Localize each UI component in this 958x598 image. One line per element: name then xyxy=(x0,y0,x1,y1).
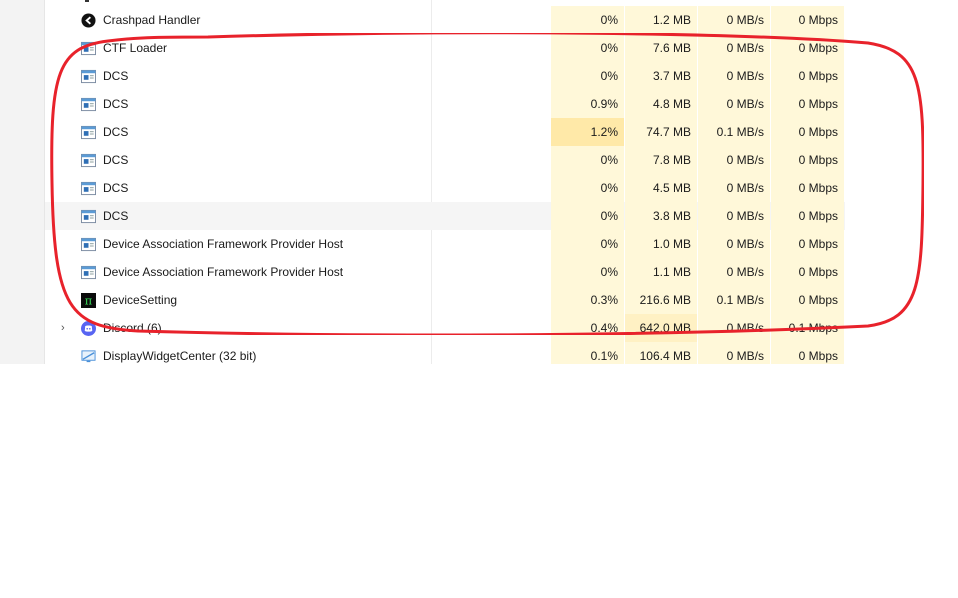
memory-value: 1.0 MB xyxy=(625,230,697,258)
process-row[interactable]: DisplayWidgetCenter (32 bit) 0.1% 106.4 MB… xyxy=(45,342,845,364)
network-value: 0 Mbps xyxy=(771,34,844,62)
disk-value: 0 MB/s xyxy=(698,6,770,34)
process-row[interactable]: Device Association Framework Provider Ho… xyxy=(45,258,845,286)
window-app-icon xyxy=(81,125,96,140)
process-row[interactable]: Crashpad Handler 0% 1.2 MB 0 MB/s 0 Mbps xyxy=(45,6,845,34)
cpu-value: 0.1% xyxy=(551,342,624,364)
disk-value: 0 MB/s xyxy=(698,146,770,174)
process-name: DeviceSetting xyxy=(103,293,178,307)
network-value: 0 Mbps xyxy=(771,258,844,286)
disk-value: 0 MB/s xyxy=(698,202,770,230)
expand-chevron-icon[interactable]: › xyxy=(61,322,71,334)
process-name: DCS xyxy=(103,69,129,83)
memory-value: 3.7 MB xyxy=(625,62,697,90)
process-name: Device Association Framework Provider Ho… xyxy=(103,237,344,251)
disk-value: 0 MB/s xyxy=(698,258,770,286)
window-app-icon xyxy=(81,181,96,196)
process-row[interactable]: DCS 0% 3.7 MB 0 MB/s 0 Mbps xyxy=(45,62,845,90)
process-name: DCS xyxy=(103,125,129,139)
cpu-value: 0% xyxy=(551,174,624,202)
discord-icon xyxy=(81,321,96,336)
window-app-icon xyxy=(81,153,96,168)
cpu-value: 0% xyxy=(551,62,624,90)
window-app-icon xyxy=(81,41,96,56)
process-row[interactable]: DCS 0% 4.5 MB 0 MB/s 0 Mbps xyxy=(45,174,845,202)
network-value: 0 Mbps xyxy=(771,174,844,202)
process-row[interactable]: DCS 0% 7.8 MB 0 MB/s 0 Mbps xyxy=(45,146,845,174)
disk-value: 0 MB/s xyxy=(698,62,770,90)
network-value: 0 Mbps xyxy=(771,202,844,230)
window-app-icon xyxy=(81,97,96,112)
cpu-value: 0.9% xyxy=(551,90,624,118)
pi-icon: π xyxy=(81,293,96,308)
cpu-value: 0.3% xyxy=(551,286,624,314)
disk-value: 0.1 MB/s xyxy=(698,118,770,146)
network-value: 0.1 Mbps xyxy=(771,314,844,342)
row-above-fragment xyxy=(85,0,89,2)
network-value: 0 Mbps xyxy=(771,286,844,314)
window-app-icon xyxy=(81,237,96,252)
process-name: CTF Loader xyxy=(103,41,168,55)
memory-value: 7.8 MB xyxy=(625,146,697,174)
process-name: Discord (6) xyxy=(103,321,162,335)
svg-text:π: π xyxy=(85,295,92,308)
disk-value: 0 MB/s xyxy=(698,342,770,364)
process-name: DCS xyxy=(103,97,129,111)
process-name: Device Association Framework Provider Ho… xyxy=(103,265,344,279)
process-name: Crashpad Handler xyxy=(103,13,201,27)
memory-value: 642.0 MB xyxy=(625,314,697,342)
network-value: 0 Mbps xyxy=(771,118,844,146)
memory-value: 4.5 MB xyxy=(625,174,697,202)
disk-value: 0 MB/s xyxy=(698,314,770,342)
disk-value: 0 MB/s xyxy=(698,174,770,202)
process-row[interactable]: π DeviceSetting 0.3% 216.6 MB 0.1 MB/s 0 Mbps xyxy=(45,286,845,314)
process-row[interactable]: › Discord (6) 0.4% 642.0 MB 0 MB/s 0.1 Mbps xyxy=(45,314,845,342)
crashpad-icon xyxy=(81,13,96,28)
cpu-value: 0% xyxy=(551,202,624,230)
memory-value: 7.6 MB xyxy=(625,34,697,62)
disk-value: 0 MB/s xyxy=(698,230,770,258)
cpu-value: 0% xyxy=(551,258,624,286)
memory-value: 106.4 MB xyxy=(625,342,697,364)
window-app-icon xyxy=(81,209,96,224)
process-row[interactable]: DCS 0.9% 4.8 MB 0 MB/s 0 Mbps xyxy=(45,90,845,118)
process-row[interactable]: CTF Loader 0% 7.6 MB 0 MB/s 0 Mbps xyxy=(45,34,845,62)
process-row[interactable]: Device Association Framework Provider Ho… xyxy=(45,230,845,258)
process-name: DCS xyxy=(103,153,129,167)
network-value: 0 Mbps xyxy=(771,62,844,90)
display-widget-icon xyxy=(81,349,96,364)
disk-value: 0 MB/s xyxy=(698,90,770,118)
network-value: 0 Mbps xyxy=(771,6,844,34)
window-app-icon xyxy=(81,265,96,280)
process-name: DCS xyxy=(103,209,129,223)
memory-value: 4.8 MB xyxy=(625,90,697,118)
process-row[interactable]: DCS 1.2% 74.7 MB 0.1 MB/s 0 Mbps xyxy=(45,118,845,146)
memory-value: 1.1 MB xyxy=(625,258,697,286)
cpu-value: 0% xyxy=(551,6,624,34)
network-value: 0 Mbps xyxy=(771,90,844,118)
memory-value: 3.8 MB xyxy=(625,202,697,230)
memory-value: 1.2 MB xyxy=(625,6,697,34)
network-value: 0 Mbps xyxy=(771,146,844,174)
cpu-value: 1.2% xyxy=(551,118,624,146)
window-app-icon xyxy=(81,69,96,84)
network-value: 0 Mbps xyxy=(771,230,844,258)
cpu-value: 0.4% xyxy=(551,314,624,342)
process-name: DisplayWidgetCenter (32 bit) xyxy=(103,349,257,363)
cpu-value: 0% xyxy=(551,230,624,258)
cpu-value: 0% xyxy=(551,34,624,62)
process-name: DCS xyxy=(103,181,129,195)
task-manager-processes-pane: Crashpad Handler 0% 1.2 MB 0 MB/s 0 Mbps CTF … xyxy=(0,0,958,364)
network-value: 0 Mbps xyxy=(771,342,844,364)
disk-value: 0 MB/s xyxy=(698,34,770,62)
nav-sidebar xyxy=(0,0,45,364)
process-row[interactable]: DCS 0% 3.8 MB 0 MB/s 0 Mbps xyxy=(45,202,845,230)
memory-value: 74.7 MB xyxy=(625,118,697,146)
memory-value: 216.6 MB xyxy=(625,286,697,314)
disk-value: 0.1 MB/s xyxy=(698,286,770,314)
cpu-value: 0% xyxy=(551,146,624,174)
